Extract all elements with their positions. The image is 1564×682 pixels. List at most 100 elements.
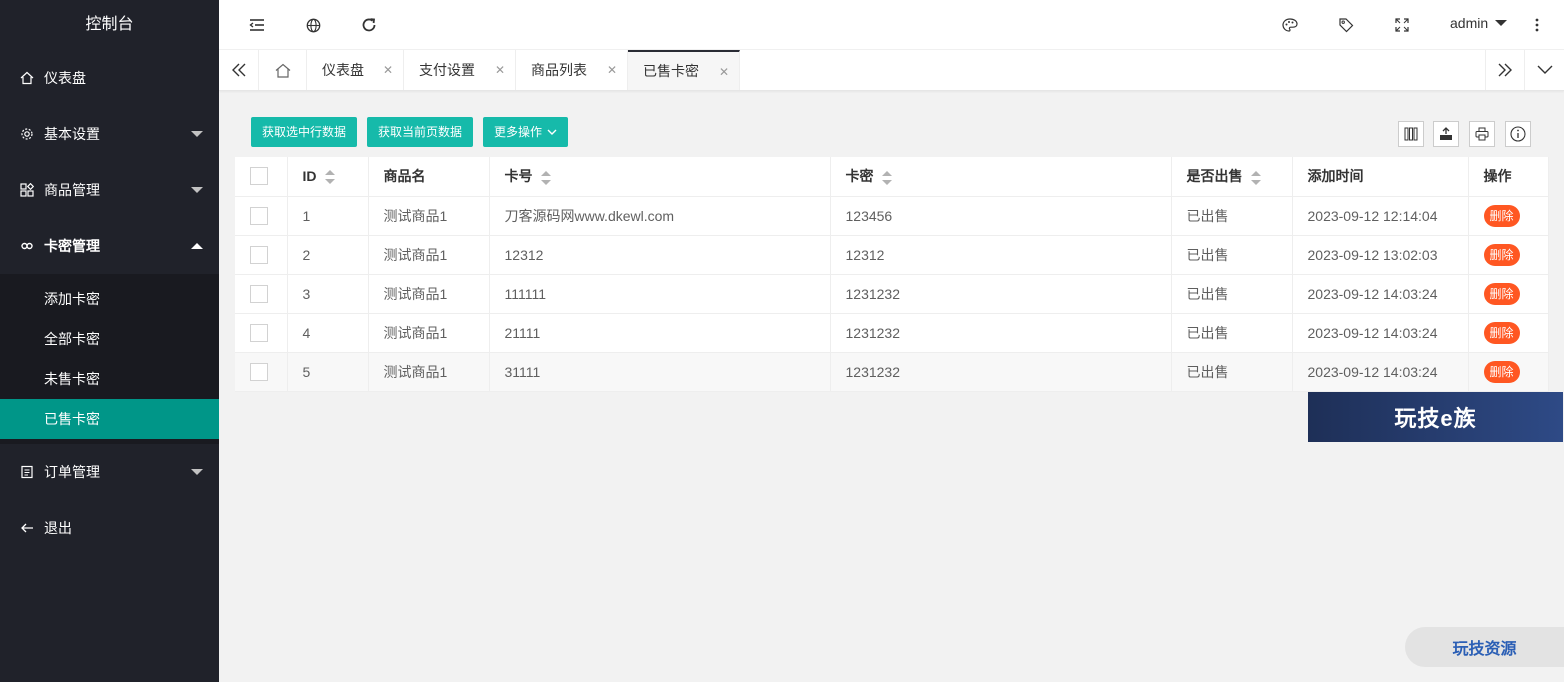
tab-dashboard[interactable]: 仪表盘 ✕ — [307, 50, 404, 90]
sort-icon[interactable] — [540, 170, 551, 185]
user-menu[interactable]: admin — [1450, 15, 1508, 31]
tab-scroll-right-button[interactable] — [1485, 50, 1525, 90]
row-checkbox[interactable] — [250, 323, 268, 342]
menu-fold-icon[interactable] — [248, 16, 266, 34]
cell-added-time: 2023-09-12 13:02:03 — [1292, 235, 1469, 275]
cell-card-secret: 1231232 — [830, 352, 1172, 392]
cell-product-name: 测试商品1 — [368, 235, 490, 275]
info-icon — [1510, 126, 1526, 142]
delete-button[interactable]: 删除 — [1483, 204, 1520, 227]
tab-product-list[interactable]: 商品列表 ✕ — [516, 50, 628, 90]
more-vertical-icon[interactable] — [1528, 16, 1546, 34]
sidebar-item-label: 基本设置 — [44, 126, 100, 142]
table-header-row: ID 商品名 卡号 卡密 是否出售 添加时间 操作 — [235, 157, 1549, 197]
delete-button[interactable]: 删除 — [1483, 282, 1520, 305]
sort-icon[interactable] — [324, 170, 335, 185]
row-checkbox[interactable] — [250, 362, 268, 381]
get-selected-rows-button[interactable]: 获取选中行数据 — [251, 117, 358, 147]
select-all-checkbox[interactable] — [250, 167, 268, 186]
sidebar-subitem-add-card[interactable]: 添加卡密 — [0, 279, 219, 319]
tab-label: 已售卡密 — [643, 63, 699, 79]
close-icon[interactable]: ✕ — [495, 63, 505, 77]
delete-button[interactable]: 删除 — [1483, 360, 1520, 383]
tab-home[interactable] — [259, 50, 307, 90]
cell-sold-status: 已出售 — [1171, 274, 1293, 314]
cell-id: 4 — [287, 313, 369, 353]
close-icon[interactable]: ✕ — [383, 63, 393, 77]
column-header-id[interactable]: ID — [287, 157, 369, 197]
columns-icon — [1404, 127, 1418, 141]
cell-sold-status: 已出售 — [1171, 235, 1293, 275]
sidebar-item-logout[interactable]: 退出 — [0, 500, 219, 556]
row-checkbox[interactable] — [250, 206, 268, 225]
sidebar-subitem-all-cards[interactable]: 全部卡密 — [0, 319, 219, 359]
delete-button[interactable]: 删除 — [1483, 243, 1520, 266]
sidebar-item-order-management[interactable]: 订单管理 — [0, 444, 219, 500]
watermark-banner: 玩技e族 — [1308, 392, 1563, 442]
row-checkbox[interactable] — [250, 245, 268, 264]
gear-icon — [19, 126, 35, 142]
username: admin — [1450, 15, 1489, 31]
tab-options-button[interactable] — [1525, 50, 1564, 90]
table-toolbar: 获取选中行数据 获取当前页数据 更多操作 — [235, 107, 1548, 157]
top-header: admin — [219, 0, 1564, 50]
tab-sold-cards[interactable]: 已售卡密 ✕ — [628, 50, 740, 90]
cell-product-name: 测试商品1 — [368, 274, 490, 314]
sort-icon[interactable] — [1250, 170, 1261, 185]
sidebar-item-product-management[interactable]: 商品管理 — [0, 162, 219, 218]
sidebar: 控制台 仪表盘 基本设置 商品管理 卡密管理 添加卡密 全部卡密 未售卡密 已售… — [0, 0, 219, 682]
cell-sold-status: 已出售 — [1171, 313, 1293, 353]
export-button[interactable] — [1433, 121, 1459, 147]
cell-added-time: 2023-09-12 14:03:24 — [1292, 352, 1469, 392]
sidebar-item-basic-settings[interactable]: 基本设置 — [0, 106, 219, 162]
table-card: 获取选中行数据 获取当前页数据 更多操作 ID 商品名 卡号 卡密 是否出售 添… — [235, 107, 1549, 392]
delete-button[interactable]: 删除 — [1483, 321, 1520, 344]
cell-card-number: 31111 — [489, 352, 831, 392]
cell-id: 3 — [287, 274, 369, 314]
sidebar-item-label: 商品管理 — [44, 182, 100, 198]
refresh-icon[interactable] — [360, 16, 378, 34]
fullscreen-icon[interactable] — [1393, 16, 1411, 34]
sidebar-subitem-sold-cards[interactable]: 已售卡密 — [0, 399, 219, 439]
apps-icon — [19, 182, 35, 198]
sidebar-item-dashboard[interactable]: 仪表盘 — [0, 50, 219, 106]
columns-filter-button[interactable] — [1398, 121, 1424, 147]
close-icon[interactable]: ✕ — [719, 65, 729, 79]
sidebar-item-card-management[interactable]: 卡密管理 — [0, 218, 219, 274]
info-button[interactable] — [1505, 121, 1531, 147]
sidebar-item-label: 卡密管理 — [44, 238, 100, 254]
get-current-page-button[interactable]: 获取当前页数据 — [367, 117, 474, 147]
tab-payment-settings[interactable]: 支付设置 ✕ — [404, 50, 516, 90]
cell-card-secret: 1231232 — [830, 274, 1172, 314]
double-chevron-left-icon — [231, 63, 245, 77]
sidebar-subitem-unsold-cards[interactable]: 未售卡密 — [0, 359, 219, 399]
tag-icon[interactable] — [1337, 16, 1355, 34]
sidebar-submenu: 添加卡密 全部卡密 未售卡密 已售卡密 — [0, 274, 219, 444]
column-header-card-secret[interactable]: 卡密 — [830, 157, 1172, 197]
column-header-card-number[interactable]: 卡号 — [489, 157, 831, 197]
chevron-up-icon — [191, 243, 203, 249]
table-row: 3 测试商品1 111111 1231232 已出售 2023-09-12 14… — [235, 274, 1549, 314]
sort-icon[interactable] — [881, 170, 892, 185]
column-header-sold[interactable]: 是否出售 — [1171, 157, 1293, 197]
double-chevron-right-icon — [1498, 63, 1512, 77]
row-checkbox[interactable] — [250, 284, 268, 303]
sidebar-item-label: 退出 — [44, 520, 72, 536]
tab-label: 商品列表 — [531, 62, 587, 78]
print-button[interactable] — [1469, 121, 1495, 147]
home-icon — [275, 63, 290, 78]
cell-product-name: 测试商品1 — [368, 313, 490, 353]
column-header-product-name: 商品名 — [368, 157, 490, 197]
column-header-actions: 操作 — [1468, 157, 1549, 197]
printer-icon — [1475, 127, 1489, 141]
cell-added-time: 2023-09-12 12:14:04 — [1292, 196, 1469, 236]
tab-scroll-left-button[interactable] — [219, 50, 259, 90]
more-actions-button[interactable]: 更多操作 — [483, 117, 569, 147]
cell-sold-status: 已出售 — [1171, 196, 1293, 236]
tab-bar: 仪表盘 ✕ 支付设置 ✕ 商品列表 ✕ 已售卡密 ✕ — [219, 50, 1564, 91]
table-row: 5 测试商品1 31111 1231232 已出售 2023-09-12 14:… — [235, 352, 1549, 392]
globe-icon[interactable] — [304, 16, 322, 34]
palette-icon[interactable] — [1281, 16, 1299, 34]
watermark-badge[interactable]: 玩技资源 — [1405, 627, 1564, 667]
close-icon[interactable]: ✕ — [607, 63, 617, 77]
